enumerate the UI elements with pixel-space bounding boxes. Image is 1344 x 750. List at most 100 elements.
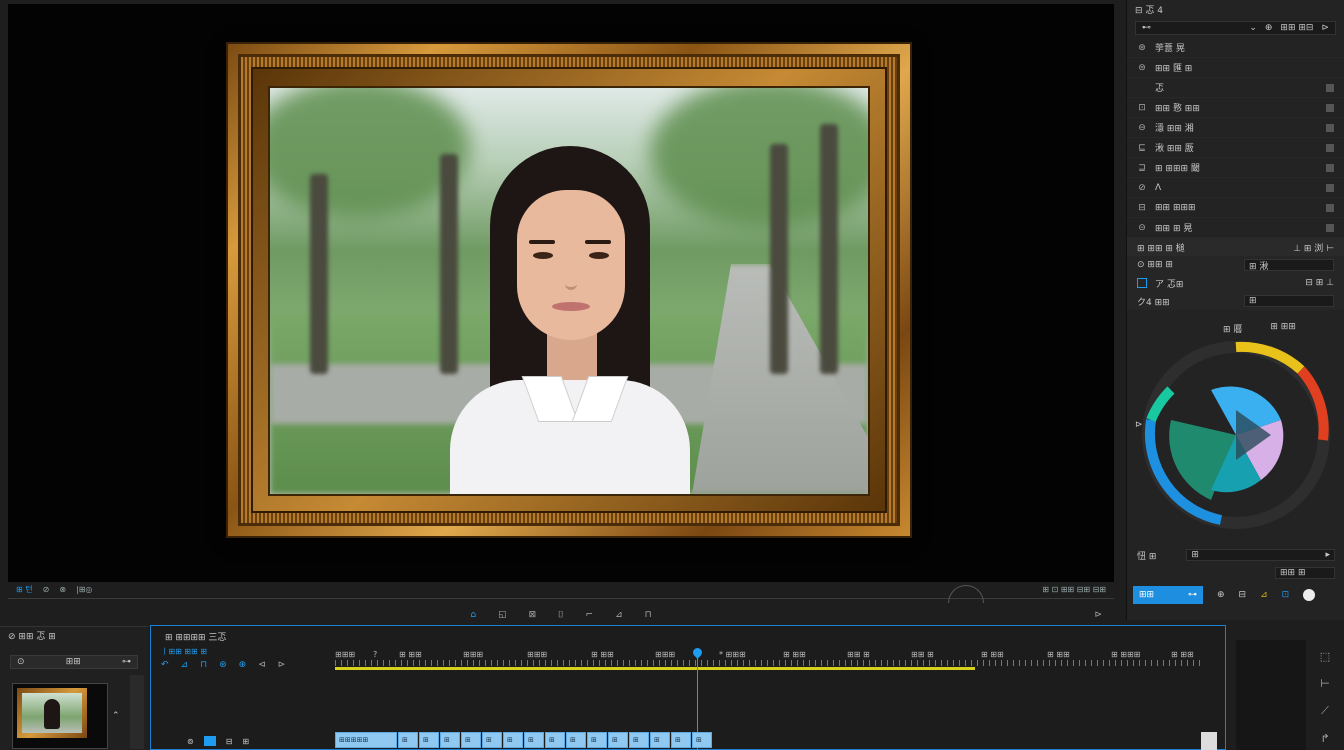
clip[interactable]: ⊞ [587,732,607,748]
section-right[interactable]: ⊥ ⊞ 浏 ⊢ [1293,241,1334,254]
transport-btn-6[interactable]: ⊓ [645,610,652,620]
tab-0[interactable]: ⊕ [1217,590,1225,600]
track-toggle-on[interactable] [203,736,216,746]
bottom-small-field[interactable]: ⊞⊞ ⊞ [1275,567,1335,579]
transport-btn-0[interactable]: ⌂ [470,610,476,620]
tl-tool-2[interactable]: ⊓ [200,660,207,670]
clip[interactable]: ⊞ [419,732,439,748]
panel-row-6[interactable]: ⊒ ⊞ ⊞⊞⊞ 閾 [1127,158,1344,178]
panel-row-7[interactable]: ⊘ ⴷ [1127,178,1344,198]
tab-1[interactable]: ⊟ [1239,590,1247,600]
transport-btn-4[interactable]: ⌐ [586,610,594,620]
transport-btn-3[interactable]: ⌷ [558,610,563,620]
clip[interactable]: ⊞ [671,732,691,748]
tl-tool-5[interactable]: ⊲ [258,660,266,670]
dropdown-right-0[interactable]: ⊕ [1265,23,1273,33]
panel-row-5[interactable]: ⊑ 湫 ⊞⊞ 厫 [1127,138,1344,158]
row-checkbox[interactable] [1326,163,1334,172]
clip[interactable]: ⊞ [629,732,649,748]
dropdown-right-1[interactable]: ⊞⊞ ⊞⊟ [1280,23,1313,33]
selected-checkbox[interactable] [1137,278,1147,288]
tab-2[interactable]: ⊿ [1260,590,1268,600]
project-search-field[interactable]: ⊙ ⊞⊞ ⊶ [10,655,138,669]
sub-row-1[interactable]: ア 忑⊞ ⊟ ⊞ ⊥ [1127,274,1344,292]
clip[interactable]: ⊞ [482,732,502,748]
razor-tool-icon[interactable]: ⟋ [1321,704,1329,718]
clip[interactable]: ⊞ [608,732,628,748]
sub-row-2[interactable]: ク4 ⊞⊞ ⊞ [1127,292,1344,310]
timeline-scrollbar[interactable] [1201,732,1217,750]
program-monitor[interactable] [8,4,1114,582]
monitor-tool-2[interactable]: ⊗ [59,585,66,594]
clip[interactable]: ⊞ [461,732,481,748]
clip[interactable]: ⊞⊞⊞⊞⊞ [335,732,397,748]
project-field-right[interactable]: ⊶ [122,657,131,667]
monitor-tool-3[interactable]: |⊞◎ [76,585,92,594]
panel-row-3[interactable]: ⊡ ⊞⊞ 憝 ⊞⊞ [1127,98,1344,118]
primary-tab[interactable]: ⊞⊞ ⊶ [1133,586,1203,604]
wheel-label-0[interactable]: ⊞ 厬 [1223,322,1242,335]
track-label-0[interactable]: ⊚ [187,737,194,746]
project-field-left: ⊙ [17,657,25,667]
tl-tool-1[interactable]: ⊿ [181,660,189,670]
panel-row-2[interactable]: 忑 [1127,78,1344,98]
expand-arrow-icon[interactable]: ⌃ [112,711,120,721]
sub-row-field[interactable]: ⊞ [1244,295,1334,307]
panel-row-0[interactable]: ⊛ 荢薏 晃 [1127,38,1344,58]
tool-strip: ⬚ ⊢ ⟋ ↱ [1310,650,1340,745]
tab-3[interactable]: ⊡ [1282,590,1290,600]
work-area-bar[interactable] [335,667,975,670]
tl-tool-0[interactable]: ↶ [161,660,169,670]
wheel-handle-icon[interactable]: ⊳ [1135,420,1143,430]
monitor-tool-0[interactable]: ⊞ 턴 [16,584,33,595]
wheel-label-1[interactable]: ⊞ ⊞⊞ [1270,322,1295,335]
tl-tool-3[interactable]: ⊛ [219,660,227,670]
sub-row-field[interactable]: ⊞ 湫 [1244,259,1334,272]
preset-dropdown[interactable]: ⊷ ⌄ ⊕ ⊞⊞ ⊞⊟ ⊳ [1135,21,1336,35]
timecode-display[interactable]: ㅣ⊞⊞ ⊞⊞ ⊞ [161,646,207,657]
sub-row-field[interactable]: ⊟ ⊞ ⊥ [1305,278,1334,288]
bottom-field[interactable]: ⊞ ▸ [1186,549,1335,561]
sub-row-0[interactable]: ⊙ ⊞⊞ ⊞ ⊞ 湫 [1127,256,1344,274]
row-checkbox[interactable] [1326,103,1334,112]
track-label-1[interactable]: ⊟ [226,737,233,746]
row-checkbox[interactable] [1326,83,1334,92]
tl-tool-4[interactable]: ⊕ [239,660,247,670]
selection-tool-icon[interactable]: ⬚ [1320,650,1330,663]
clip[interactable]: ⊞ [650,732,670,748]
transport-btn-1[interactable]: ◱ [498,610,507,620]
clip[interactable]: ⊞ [692,732,712,748]
panel-row-4[interactable]: ⊖ 濦 ⊞⊞ 湘 [1127,118,1344,138]
panel-row-8[interactable]: ⊟ ⊞⊞ ⊞⊞⊞ [1127,198,1344,218]
clip[interactable]: ⊞ [503,732,523,748]
clip[interactable]: ⊞ [566,732,586,748]
row-checkbox[interactable] [1326,203,1334,212]
row-checkbox[interactable] [1326,123,1334,132]
color-circle-icon[interactable] [1303,589,1316,601]
hand-tool-icon[interactable]: ↱ [1320,732,1329,745]
monitor-scrub-bar[interactable] [8,585,1114,606]
panel-row-1[interactable]: ⊜ ⊞⊞ 匯 ⊞ [1127,58,1344,78]
track-label-2[interactable]: ⊞ [242,737,249,746]
clip-thumbnail[interactable] [12,683,108,749]
row-checkbox[interactable] [1326,143,1334,152]
transport-right[interactable]: ⊳ [1094,610,1102,620]
monitor-tool-1[interactable]: ⊘ [43,585,50,594]
clip[interactable]: ⊞ [545,732,565,748]
row-checkbox[interactable] [1326,223,1334,232]
dropdown-right-2[interactable]: ⊳ [1321,23,1329,33]
clip[interactable]: ⊞ [398,732,418,748]
transport-btn-5[interactable]: ⊿ [615,610,623,620]
monitor-toolbar-right[interactable]: ⊞ ⊡ ⊞⊞ ⊟⊞ ⊟⊞ [1042,585,1106,594]
timeline-ruler[interactable]: ⊞⊞⊞ ? ⊞ ⊞⊞ ⊞⊞⊞ ⊞⊞⊞ ⊞ ⊞⊞ ⊞⊞⊞ * ⊞⊞⊞ ⊞ ⊞⊞ ⊞… [335,648,1205,668]
section-header[interactable]: ⊞ ⊞⊞ ⊞ 槌 ⊥ ⊞ 浏 ⊢ [1127,238,1344,256]
project-scrollbar[interactable] [130,675,144,749]
transport-btn-2[interactable]: ⊠ [529,610,537,620]
ripple-tool-icon[interactable]: ⊢ [1320,677,1330,690]
panel-row-9[interactable]: ⊝ ⊞⊞ ⊞ 晃 [1127,218,1344,238]
row-checkbox[interactable] [1326,183,1334,192]
clip[interactable]: ⊞ [524,732,544,748]
color-wheel[interactable]: ⊳ [1135,340,1331,530]
clip[interactable]: ⊞ [440,732,460,748]
tl-tool-6[interactable]: ⊳ [278,660,286,670]
